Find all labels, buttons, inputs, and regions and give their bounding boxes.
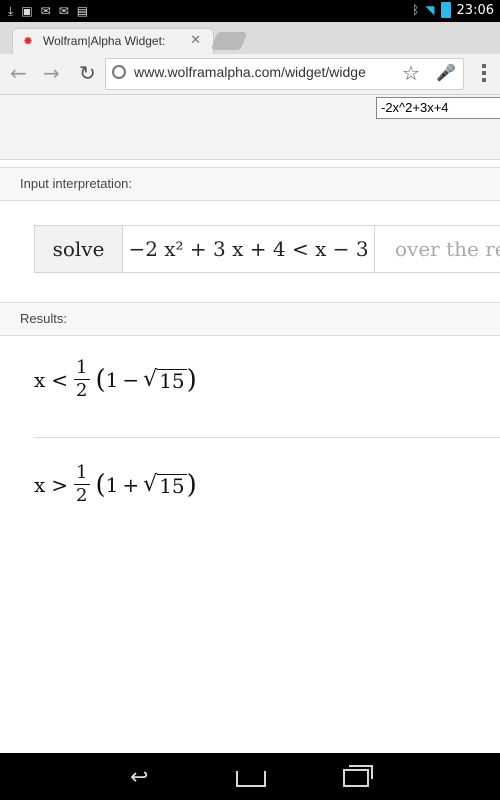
url-text[interactable]: www.wolframalpha.com/widget/widge [134, 64, 399, 80]
tab-strip: ✹ Wolfram|Alpha Widget: ✕ [0, 22, 500, 55]
domain-cell: over the rea [375, 226, 500, 272]
forward-arrow-icon[interactable]: → [43, 62, 60, 84]
globe-icon [112, 65, 126, 79]
new-tab-button[interactable] [210, 32, 248, 50]
pod-title: Results: [20, 311, 67, 326]
browser-toolbar: ← → ↻ www.wolframalpha.com/widget/widge … [0, 54, 500, 95]
inner-left: 1 [105, 472, 119, 497]
fraction-denominator: 2 [76, 485, 88, 506]
wifi-icon: ◥ [425, 3, 435, 17]
widget-input-area: -2x^2+3x+4 [0, 95, 500, 160]
android-nav-bar: ↩ [0, 753, 500, 800]
fraction: 1 2 [74, 357, 90, 402]
result-item: x < 1 2 ( 1 − √ 15 ) [34, 357, 197, 402]
system-icons: ᛒ ◥ 23:06 [412, 2, 494, 18]
overflow-menu-icon[interactable] [482, 64, 486, 85]
result-divider [34, 437, 500, 438]
microphone-icon[interactable]: 🎤 [436, 63, 456, 82]
pod-title: Input interpretation: [20, 176, 133, 191]
result-item: x > 1 2 ( 1 + √ 15 ) [34, 462, 197, 507]
fraction-numerator: 1 [74, 357, 90, 380]
back-icon[interactable]: ↩ [130, 765, 148, 790]
result-variable: x [34, 472, 46, 497]
query-input[interactable]: -2x^2+3x+4 [376, 97, 500, 119]
results-header: Results: [0, 302, 500, 336]
notification-icons: ⤓ ▣ ✉ ✉ ▤ [8, 3, 88, 19]
radical-icon: √ [143, 472, 158, 497]
image-icon: ▣ [21, 4, 33, 18]
download-icon: ⤓ [8, 4, 14, 18]
store-icon: ▤ [76, 4, 89, 18]
bookmark-star-icon[interactable]: ☆ [402, 61, 420, 85]
clock: 23:06 [456, 2, 494, 18]
close-paren: ) [186, 469, 197, 500]
square-root: √ 15 [143, 472, 187, 498]
square-root: √ 15 [143, 367, 187, 393]
home-icon[interactable] [236, 765, 266, 787]
close-paren: ) [186, 364, 197, 395]
command-cell: solve [35, 226, 123, 272]
result-operator: > [51, 472, 69, 497]
expression-cell: −2 x² + 3 x + 4 < x − 3 [123, 226, 375, 272]
inner-left: 1 [105, 367, 119, 392]
fraction-denominator: 2 [76, 380, 88, 401]
result-operator: < [51, 367, 69, 392]
wolfram-favicon-icon: ✹ [23, 34, 34, 48]
inner-sign: + [122, 472, 140, 497]
status-bar: ⤓ ▣ ✉ ✉ ▤ ᛒ ◥ 23:06 [0, 0, 500, 22]
tab-wolfram-widget[interactable]: ✹ Wolfram|Alpha Widget: ✕ [12, 28, 214, 55]
address-bar[interactable]: www.wolframalpha.com/widget/widge ☆ 🎤 [105, 58, 464, 90]
tab-title: Wolfram|Alpha Widget: [43, 34, 166, 48]
fraction: 1 2 [74, 462, 90, 507]
bluetooth-icon: ᛒ [412, 3, 420, 17]
radical-icon: √ [143, 367, 158, 392]
input-interpretation-header: Input interpretation: [0, 167, 500, 201]
gmail-icon: ✉ [40, 4, 51, 18]
result-variable: x [34, 367, 46, 392]
close-tab-icon[interactable]: ✕ [190, 33, 201, 48]
radicand: 15 [157, 474, 187, 498]
gmail-icon: ✉ [58, 4, 69, 18]
battery-icon [440, 2, 451, 18]
fraction-numerator: 1 [74, 462, 90, 485]
back-arrow-icon[interactable]: ← [10, 62, 27, 84]
open-paren: ( [95, 469, 106, 500]
input-interpretation-table: solve −2 x² + 3 x + 4 < x − 3 over the r… [34, 225, 500, 273]
reload-icon[interactable]: ↻ [79, 62, 96, 84]
radicand: 15 [157, 369, 187, 393]
recent-apps-icon[interactable] [343, 765, 373, 787]
inner-sign: − [122, 367, 140, 392]
open-paren: ( [95, 364, 106, 395]
